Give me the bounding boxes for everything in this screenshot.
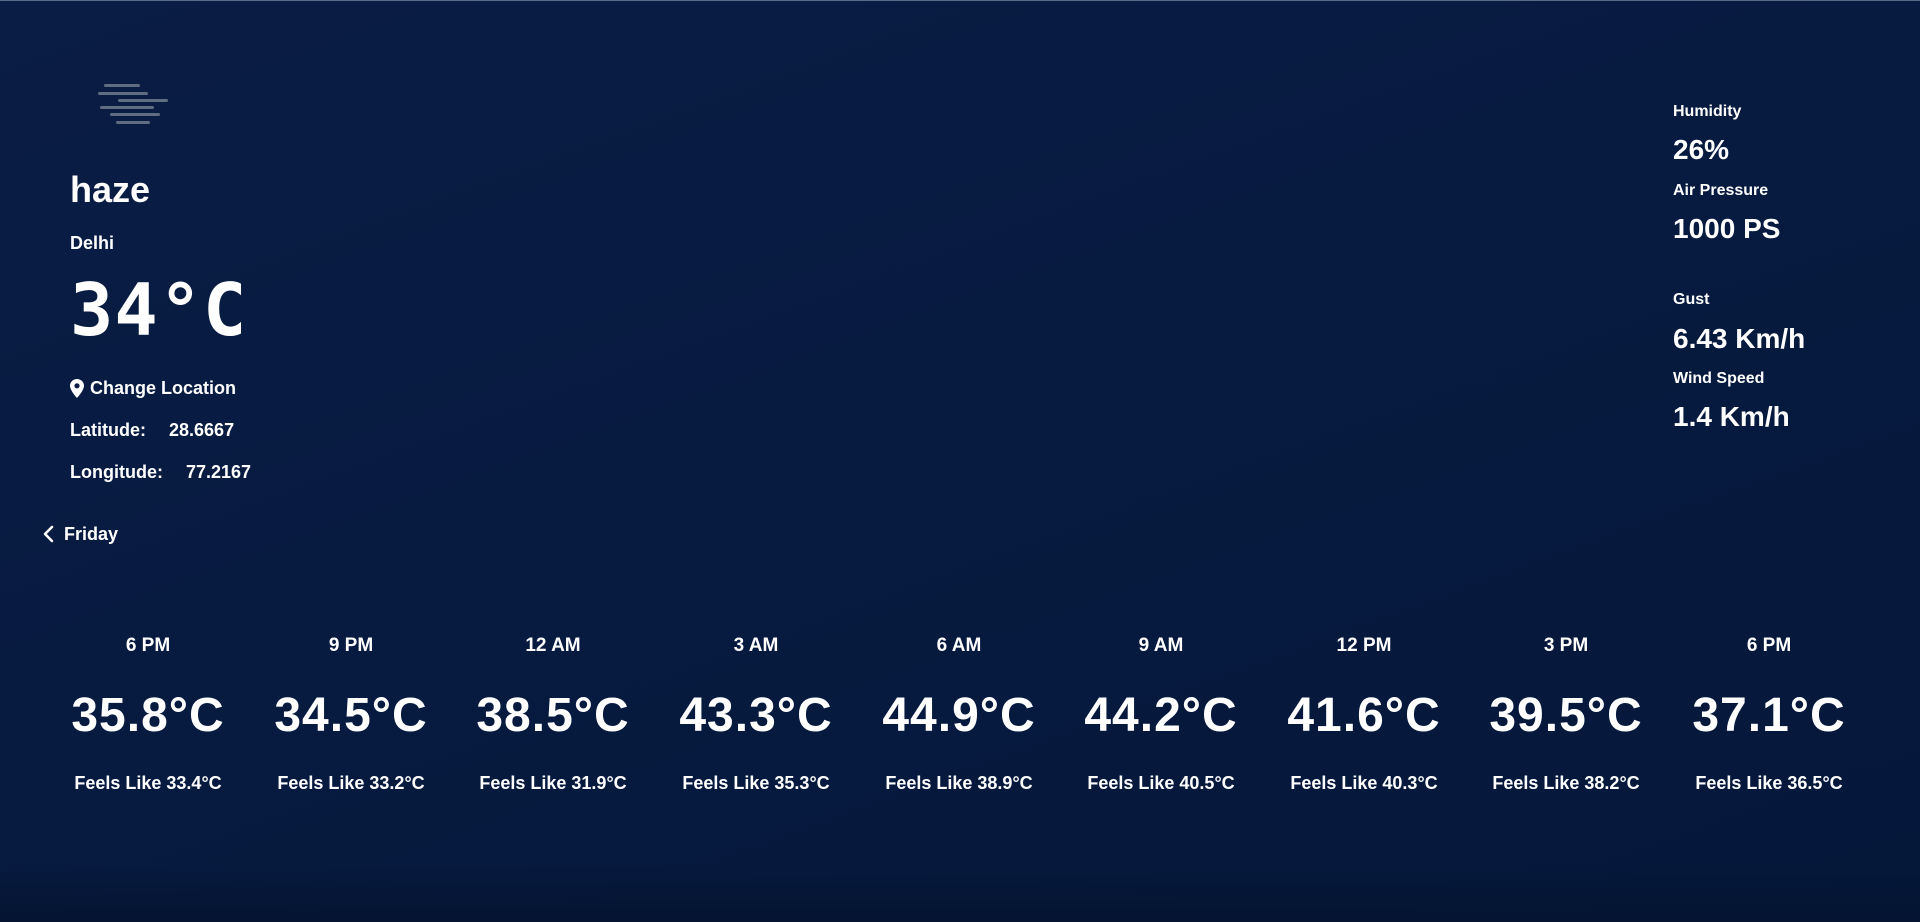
- forecast-item: 6 PM 35.8°C Feels Like 33.4°C: [47, 630, 249, 800]
- forecast-feels-like: Feels Like 35.3°C: [682, 773, 830, 793]
- forecast-item: 9 PM 34.5°C Feels Like 33.2°C: [250, 630, 452, 800]
- forecast-feels-like: Feels Like 38.9°C: [885, 773, 1033, 793]
- forecast-item: 3 AM 43.3°C Feels Like 35.3°C: [655, 630, 857, 800]
- change-location-button[interactable]: Change Location: [70, 376, 236, 400]
- forecast-time: 12 AM: [525, 635, 581, 656]
- forecast-item: 6 AM 44.9°C Feels Like 38.9°C: [858, 630, 1060, 800]
- gust-label: Gust: [1673, 291, 1710, 308]
- current-temperature: 34°C: [70, 268, 248, 352]
- haze-icon: [98, 82, 170, 128]
- forecast-time: 9 PM: [328, 635, 374, 656]
- longitude-row: Longitude: 77.2167: [70, 461, 251, 483]
- forecast-time: 6 PM: [125, 635, 171, 656]
- forecast-time: 12 PM: [1336, 635, 1392, 656]
- chevron-left-icon: [43, 525, 54, 543]
- latitude-value: 28.6667: [169, 420, 235, 440]
- forecast-feels-like: Feels Like 40.5°C: [1087, 773, 1235, 793]
- forecast-temperature: 37.1°C: [1692, 689, 1846, 742]
- forecast-item: 12 AM 38.5°C Feels Like 31.9°C: [452, 630, 654, 800]
- wind-speed-value: 1.4 Km/h: [1673, 401, 1790, 432]
- forecast-feels-like: Feels Like 31.9°C: [479, 773, 627, 793]
- longitude-value: 77.2167: [186, 462, 252, 482]
- latitude-row: Latitude: 28.6667: [70, 419, 234, 441]
- forecast-feels-like: Feels Like 38.2°C: [1492, 773, 1640, 793]
- air-pressure-value: 1000 PS: [1673, 213, 1781, 244]
- forecast-temperature: 39.5°C: [1489, 689, 1643, 742]
- wind-speed-label: Wind Speed: [1673, 370, 1765, 387]
- forecast-temperature: 44.2°C: [1084, 689, 1238, 742]
- weather-app: haze Delhi 34°C Change Location Latitude…: [0, 0, 1920, 922]
- forecast-feels-like: Feels Like 36.5°C: [1695, 773, 1843, 793]
- forecast-temperature: 34.5°C: [274, 689, 428, 742]
- gust-value: 6.43 Km/h: [1673, 323, 1806, 354]
- forecast-time: 9 AM: [1138, 635, 1184, 656]
- forecast-temperature: 38.5°C: [476, 689, 630, 742]
- forecast-item: 6 PM 37.1°C Feels Like 36.5°C: [1668, 630, 1870, 800]
- forecast-item: 12 PM 41.6°C Feels Like 40.3°C: [1263, 630, 1465, 800]
- top-border: [0, 0, 1920, 1]
- forecast-time: 6 AM: [936, 635, 982, 656]
- city-name: Delhi: [70, 233, 115, 253]
- hourly-forecast: 6 PM 35.8°C Feels Like 33.4°C 9 PM 34.5°…: [47, 630, 1871, 800]
- previous-day-button[interactable]: Friday: [42, 522, 118, 546]
- forecast-feels-like: Feels Like 33.2°C: [277, 773, 425, 793]
- weather-condition: haze: [70, 169, 151, 210]
- forecast-item: 9 AM 44.2°C Feels Like 40.5°C: [1060, 630, 1262, 800]
- day-label: Friday: [64, 524, 119, 544]
- forecast-feels-like: Feels Like 33.4°C: [74, 773, 222, 793]
- forecast-item: 3 PM 39.5°C Feels Like 38.2°C: [1465, 630, 1667, 800]
- humidity-label: Humidity: [1673, 103, 1742, 120]
- forecast-temperature: 35.8°C: [71, 689, 225, 742]
- air-pressure-label: Air Pressure: [1673, 182, 1769, 199]
- forecast-temperature: 41.6°C: [1287, 689, 1441, 742]
- latitude-label: Latitude:: [70, 420, 146, 440]
- longitude-label: Longitude:: [70, 462, 163, 482]
- forecast-temperature: 43.3°C: [679, 689, 833, 742]
- change-location-label: Change Location: [90, 378, 237, 398]
- humidity-value: 26%: [1673, 134, 1730, 165]
- forecast-time: 3 AM: [733, 635, 779, 656]
- forecast-feels-like: Feels Like 40.3°C: [1290, 773, 1438, 793]
- map-pin-icon: [70, 378, 84, 398]
- forecast-temperature: 44.9°C: [882, 689, 1036, 742]
- forecast-time: 3 PM: [1543, 635, 1589, 656]
- forecast-time: 6 PM: [1746, 635, 1792, 656]
